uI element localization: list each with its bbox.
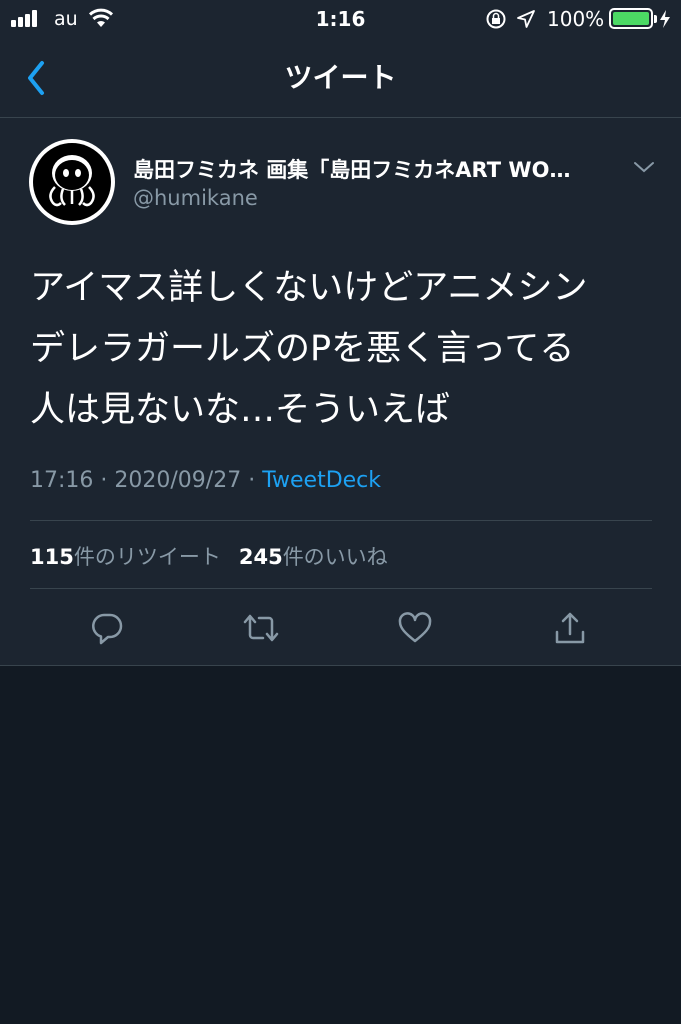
author-handle[interactable]: @humikane — [133, 186, 258, 210]
page-title: ツイート — [284, 61, 397, 94]
tweet-time: 17:16 — [30, 468, 94, 493]
tweet-detail-screen: au 1:16 100% ツイート 島田フミカネ 画集「島田フミカネART WO… — [0, 0, 681, 1024]
avatar[interactable] — [29, 139, 115, 225]
retweet-button[interactable] — [241, 604, 281, 652]
like-button[interactable] — [395, 604, 435, 652]
location-icon — [517, 10, 535, 28]
divider — [0, 665, 681, 666]
battery-icon — [609, 8, 657, 29]
meta-separator: · — [248, 468, 256, 493]
tweet-text-line: アイマス詳しくないけどアニメシン — [30, 268, 588, 308]
chevron-down-icon[interactable] — [633, 160, 655, 174]
tweet-source-link[interactable]: TweetDeck — [262, 468, 381, 493]
like-count: 245 — [238, 545, 283, 569]
meta-separator: · — [100, 468, 108, 493]
tweet-text-line: デレラガールズのPを悪く言ってる — [30, 329, 575, 369]
tweet-meta: 17:16 · 2020/09/27 · TweetDeck — [30, 468, 381, 493]
divider — [30, 520, 652, 521]
share-icon — [555, 612, 585, 644]
tweet-stats: 115件のリツイート 245件のいいね — [30, 541, 388, 571]
lock-rotation-icon — [486, 9, 506, 29]
share-button[interactable] — [550, 604, 590, 652]
octopus-avatar-image — [33, 143, 111, 221]
reply-button[interactable] — [87, 604, 127, 652]
tweet-text: アイマス詳しくないけどアニメシン デレラガールズのPを悪く言ってる 人は見ないな… — [30, 258, 655, 441]
like-icon — [398, 612, 432, 643]
retweet-count: 115 — [30, 545, 74, 569]
retweet-count-label: 件のリツイート — [73, 545, 221, 569]
reply-icon — [92, 613, 123, 645]
divider — [30, 588, 652, 589]
like-count-label: 件のいいね — [282, 545, 388, 569]
charging-icon — [660, 10, 670, 28]
author-display-name[interactable]: 島田フミカネ 画集「島田フミカネART WO… — [133, 154, 623, 184]
retweet-icon — [243, 614, 279, 642]
tweet-actions — [0, 604, 681, 652]
navigation-bar: ツイート — [0, 38, 681, 118]
battery-percentage: 100% — [547, 7, 605, 31]
like-count-link[interactable]: 245件のいいね — [239, 545, 388, 569]
retweet-count-link[interactable]: 115件のリツイート — [30, 545, 221, 569]
tweet-date: 2020/09/27 — [114, 468, 242, 493]
tweet-text-line: 人は見ないな…そういえば — [30, 390, 451, 430]
status-bar: au 1:16 100% — [0, 0, 681, 38]
